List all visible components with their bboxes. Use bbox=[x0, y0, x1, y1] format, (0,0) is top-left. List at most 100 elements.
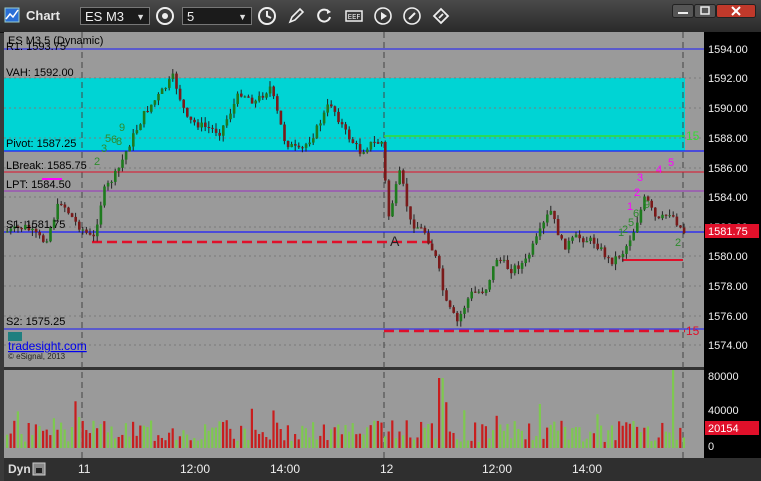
chart-area[interactable]: ES M3 5 (Dynamic) R1: 1593.75 VAH: 1592.… bbox=[4, 32, 761, 458]
volume-bar bbox=[96, 428, 99, 448]
candle-body bbox=[672, 215, 675, 217]
volume-bar bbox=[607, 430, 610, 448]
volume-bar bbox=[135, 435, 138, 448]
svg-text:9: 9 bbox=[119, 122, 125, 134]
candle-body bbox=[535, 236, 538, 244]
volume-bar bbox=[481, 424, 484, 448]
pencil-icon[interactable] bbox=[286, 6, 306, 26]
candle-body bbox=[402, 170, 405, 184]
candle-body bbox=[160, 88, 164, 95]
volume-bar bbox=[646, 426, 649, 448]
candle-body bbox=[308, 142, 311, 145]
volume-bar bbox=[621, 425, 624, 448]
panel-divider bbox=[4, 367, 704, 370]
svg-text:1584.00: 1584.00 bbox=[708, 192, 748, 204]
volume-bar bbox=[60, 422, 63, 448]
chevron-down-icon[interactable]: ▼ bbox=[136, 8, 145, 26]
candle-body bbox=[283, 124, 286, 141]
current-price-value: 1581.75 bbox=[708, 226, 748, 238]
maximize-button[interactable] bbox=[694, 4, 716, 18]
volume-bar bbox=[13, 420, 16, 448]
volume-bar bbox=[661, 422, 664, 448]
volume-bar bbox=[6, 434, 9, 448]
candle-body bbox=[247, 96, 250, 98]
volume-bar bbox=[34, 424, 37, 448]
volume-bar bbox=[315, 439, 318, 448]
chevron-down-icon[interactable]: ▼ bbox=[238, 8, 247, 26]
minimize-button[interactable] bbox=[672, 4, 694, 18]
candle-body bbox=[438, 255, 441, 269]
candle-body bbox=[279, 110, 283, 125]
volume-bar bbox=[207, 430, 210, 448]
clock-icon[interactable] bbox=[257, 6, 277, 26]
candle-body bbox=[200, 122, 203, 128]
volume-bar bbox=[240, 425, 243, 448]
volume-bar bbox=[484, 426, 487, 448]
volume-bar bbox=[574, 427, 577, 448]
candle-body bbox=[466, 298, 470, 308]
volume-bar bbox=[92, 420, 95, 448]
svg-text:1574.00: 1574.00 bbox=[708, 340, 748, 352]
link-icon[interactable] bbox=[402, 6, 422, 26]
symbol-settings-icon[interactable] bbox=[155, 6, 175, 26]
volume-bar bbox=[200, 439, 203, 448]
candle-body bbox=[456, 312, 459, 322]
volume-bar bbox=[182, 430, 185, 448]
play-icon[interactable] bbox=[373, 6, 393, 26]
interval-selector[interactable]: 5 ▼ bbox=[182, 7, 252, 25]
candle-body bbox=[67, 207, 70, 214]
candle-body bbox=[470, 291, 473, 299]
cursor-icon[interactable] bbox=[431, 6, 451, 26]
lock-icon[interactable] bbox=[32, 462, 46, 476]
volume-bar bbox=[445, 402, 448, 448]
symbol-selector[interactable]: ES M3 ▼ bbox=[80, 7, 150, 25]
svg-text:1580.00: 1580.00 bbox=[708, 251, 748, 263]
svg-text:3: 3 bbox=[637, 172, 643, 184]
volume-bar bbox=[268, 439, 271, 448]
volume-bar bbox=[24, 441, 27, 448]
candle-body bbox=[351, 139, 355, 144]
candle-body bbox=[668, 215, 671, 217]
svg-text:1578.00: 1578.00 bbox=[708, 281, 748, 293]
candle-body bbox=[538, 228, 542, 237]
candle-body bbox=[628, 240, 632, 247]
candle-body bbox=[654, 207, 657, 217]
candle-body bbox=[506, 259, 509, 270]
volume-bar bbox=[636, 426, 639, 448]
volume-bar bbox=[632, 421, 635, 448]
candle-body bbox=[495, 259, 499, 267]
candle-body bbox=[492, 266, 495, 280]
candle-body bbox=[261, 95, 265, 98]
volume-bar bbox=[243, 428, 246, 448]
volume-bar bbox=[114, 438, 117, 448]
candle-body bbox=[88, 232, 92, 235]
candle-body bbox=[348, 129, 351, 140]
candle-body bbox=[164, 87, 167, 89]
interval-value: 5 bbox=[187, 9, 195, 24]
candle-body bbox=[63, 204, 67, 208]
formula-icon[interactable]: EEF bbox=[344, 6, 364, 26]
volume-bar bbox=[412, 439, 415, 448]
candle-body bbox=[60, 203, 63, 205]
symbol-value: ES M3 bbox=[85, 9, 125, 24]
volume-bar bbox=[448, 431, 451, 448]
candle-body bbox=[344, 124, 347, 130]
volume-bar bbox=[456, 439, 459, 448]
candle-body bbox=[610, 257, 614, 265]
svg-text:2: 2 bbox=[634, 187, 640, 199]
volume-bar bbox=[31, 434, 34, 448]
close-button[interactable] bbox=[716, 4, 756, 18]
candle-body bbox=[124, 151, 128, 160]
volume-bar bbox=[369, 425, 372, 448]
volume-bar bbox=[474, 422, 477, 448]
candle-body bbox=[142, 111, 146, 125]
candle-body bbox=[578, 234, 581, 239]
tradesight-link[interactable]: tradesight.com bbox=[8, 339, 87, 353]
candle-body bbox=[636, 222, 639, 233]
candle-body bbox=[326, 104, 329, 113]
candle-body bbox=[531, 243, 535, 255]
refresh-icon[interactable] bbox=[314, 6, 334, 26]
volume-bar bbox=[74, 401, 77, 448]
status-dyn-label[interactable]: Dyn bbox=[8, 462, 31, 476]
svg-text:1592.00: 1592.00 bbox=[708, 73, 748, 85]
